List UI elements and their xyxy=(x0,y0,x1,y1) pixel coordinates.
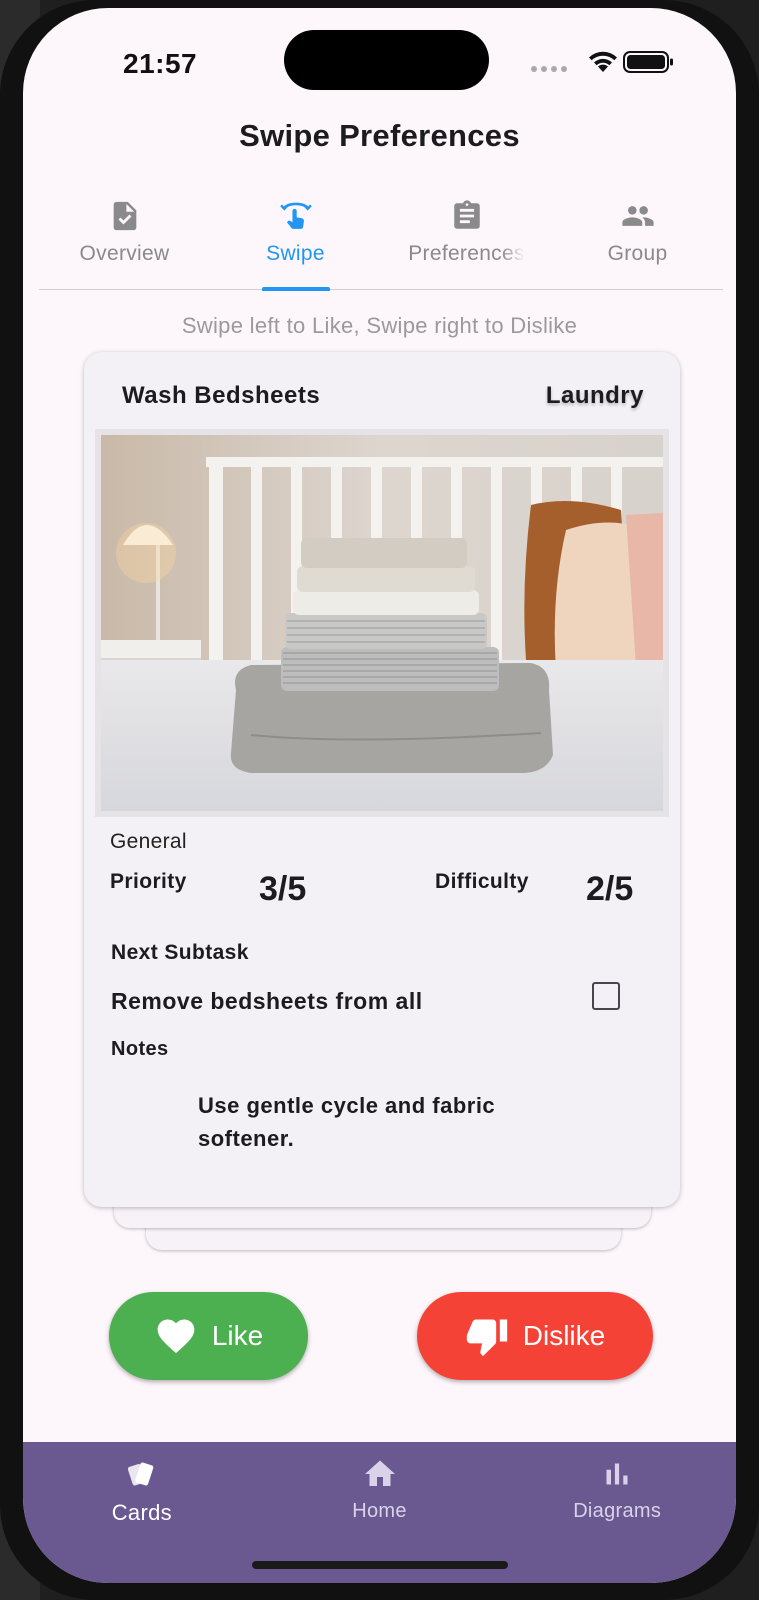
tab-label: Overview xyxy=(79,242,170,265)
task-category: Laundry xyxy=(545,382,644,409)
battery-icon xyxy=(623,51,673,73)
task-check-icon xyxy=(113,201,136,231)
difficulty-value: 2/5 xyxy=(586,870,634,908)
nav-label: Diagrams xyxy=(573,1500,662,1522)
nav-cards[interactable]: Cards xyxy=(23,1442,261,1583)
page-title: Swipe Preferences xyxy=(239,118,520,153)
active-tab-indicator xyxy=(261,287,330,291)
next-subtask-label: Next Subtask xyxy=(111,941,249,964)
tab-label: Swipe xyxy=(266,242,325,265)
priority-value: 3/5 xyxy=(259,870,307,908)
next-subtask-text: Remove bedsheets from all xyxy=(111,988,423,1014)
thumb-down-icon xyxy=(466,1319,507,1357)
nav-label: Home xyxy=(352,1500,407,1522)
wifi-icon xyxy=(589,51,617,72)
task-title: Wash Bedsheets xyxy=(122,382,321,409)
dislike-label: Dislike xyxy=(522,1320,606,1351)
like-label: Like xyxy=(211,1320,264,1351)
nav-diagrams[interactable]: Diagrams xyxy=(498,1442,736,1583)
home-icon xyxy=(364,1460,395,1486)
phone-frame: 21:57 Swipe Preferences Overview Swipe P… xyxy=(0,0,759,1600)
tab-label: Group xyxy=(607,242,668,265)
tab-label: Preferences xyxy=(408,242,525,265)
subtask-checkbox[interactable] xyxy=(592,982,620,1010)
cards-icon xyxy=(127,1462,154,1486)
home-indicator xyxy=(252,1561,508,1569)
tab-group[interactable]: Group xyxy=(552,188,723,289)
tab-bar: Overview Swipe Preferences Group xyxy=(39,188,723,291)
tab-swipe[interactable]: Swipe xyxy=(210,188,381,291)
nav-label: Cards xyxy=(111,1500,172,1525)
swipe-gesture-icon xyxy=(279,202,312,229)
tab-overview[interactable]: Overview xyxy=(39,188,210,289)
status-time: 21:57 xyxy=(123,48,198,79)
section-label: General xyxy=(110,830,187,853)
swipe-hint: Swipe left to Like, Swipe right to Disli… xyxy=(181,313,578,338)
bar-chart-icon xyxy=(606,1463,628,1485)
notes-text: Use gentle cycle and fabric softener. xyxy=(198,1093,496,1151)
like-button[interactable]: Like xyxy=(109,1292,308,1380)
heart-icon xyxy=(157,1319,195,1354)
priority-label: Priority xyxy=(110,870,187,893)
people-icon xyxy=(621,206,654,226)
dynamic-island xyxy=(284,30,489,90)
task-image xyxy=(95,429,669,817)
difficulty-label: Difficulty xyxy=(435,870,529,893)
clipboard-icon xyxy=(453,200,480,229)
task-card[interactable]: Wash Bedsheets Laundry General Priority … xyxy=(84,352,680,1207)
bedsheets-photo xyxy=(101,435,663,811)
dislike-button[interactable]: Dislike xyxy=(417,1292,653,1380)
tab-preferences[interactable]: Preferences xyxy=(381,188,552,289)
notes-label: Notes xyxy=(111,1038,169,1060)
app-screen: 21:57 Swipe Preferences Overview Swipe P… xyxy=(23,8,736,1583)
signal-icon xyxy=(531,66,567,72)
